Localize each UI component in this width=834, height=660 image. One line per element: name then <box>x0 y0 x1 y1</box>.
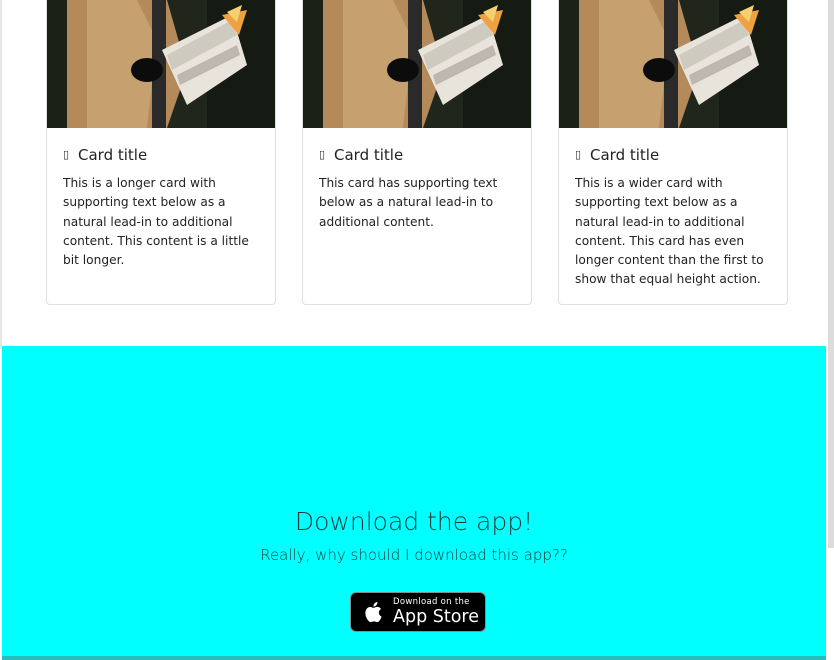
app-store-text: Download on the App Store <box>393 598 479 626</box>
card-title-icon: ▯ <box>575 148 582 161</box>
app-store-button[interactable]: Download on the App Store <box>350 592 486 632</box>
card-text: This is a longer card with supporting te… <box>63 176 249 268</box>
download-subtitle: Really, why should I download this app?? <box>260 546 568 564</box>
card-body-2: ▯ Card title This card has supporting te… <box>319 146 519 232</box>
card-title-icon: ▯ <box>63 148 70 161</box>
card-title: ▯ Card title <box>63 146 263 164</box>
card-title-text: Card title <box>78 146 148 164</box>
bottom-border <box>2 656 826 660</box>
card-title-text: Card title <box>590 146 660 164</box>
card-text: This is a wider card with supporting tex… <box>575 176 764 287</box>
card-image-1 <box>47 0 275 128</box>
card-title-icon: ▯ <box>319 148 326 161</box>
man-reading-newspaper-image <box>47 0 275 128</box>
man-reading-newspaper-image <box>303 0 531 128</box>
card-image-3 <box>559 0 787 128</box>
card-title: ▯ Card title <box>575 146 775 164</box>
card-body-1: ▯ Card title This is a longer card with … <box>63 146 263 270</box>
page: ▯ Card title This is a longer card with … <box>0 0 834 660</box>
app-store-small-label: Download on the <box>393 597 470 607</box>
card-text: This card has supporting text below as a… <box>319 176 498 229</box>
download-title: Download the app! <box>294 507 534 536</box>
left-edge-divider <box>0 0 2 347</box>
apple-icon <box>365 602 382 623</box>
scrollbar-thumb[interactable] <box>828 0 834 548</box>
app-store-big-label: App Store <box>393 606 480 627</box>
card-title-text: Card title <box>334 146 404 164</box>
card-title: ▯ Card title <box>319 146 519 164</box>
man-reading-newspaper-image <box>559 0 787 128</box>
card-2: ▯ Card title This card has supporting te… <box>302 0 532 305</box>
card-1: ▯ Card title This is a longer card with … <box>46 0 276 305</box>
card-3: ▯ Card title This is a wider card with s… <box>558 0 788 305</box>
card-image-2 <box>303 0 531 128</box>
card-body-3: ▯ Card title This is a wider card with s… <box>575 146 775 290</box>
